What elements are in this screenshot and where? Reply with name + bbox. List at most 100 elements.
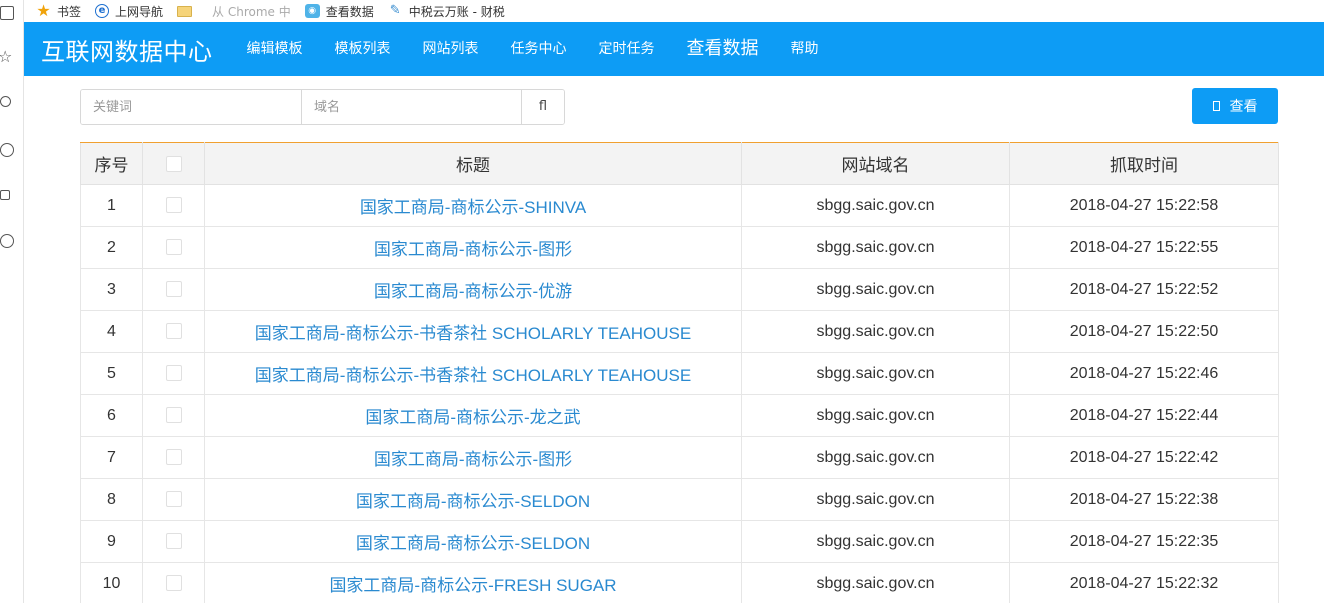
row-select-cell xyxy=(142,184,205,227)
nav-help[interactable]: 帮助 xyxy=(775,22,835,76)
bookmarks-bar: ★ 书签 e 上网导航 从 Chrome 中 ◉ 查看数据 ✎ 中税云万账 - … xyxy=(24,0,1324,22)
keyword-input[interactable] xyxy=(81,90,302,124)
row-domain: sbgg.saic.gov.cn xyxy=(741,310,1010,353)
select-all-checkbox[interactable] xyxy=(165,155,182,172)
row-index: 10 xyxy=(80,562,143,603)
nav-site-list[interactable]: 网站列表 xyxy=(407,22,495,76)
row-title-cell: 国家工商局-商标公示-优游 xyxy=(204,268,742,311)
table-row: 1 国家工商局-商标公示-SHINVA sbgg.saic.gov.cn 201… xyxy=(80,184,1279,227)
video-icon[interactable] xyxy=(0,190,10,200)
row-index: 1 xyxy=(80,184,143,227)
row-checkbox[interactable] xyxy=(165,365,182,382)
row-checkbox[interactable] xyxy=(165,575,182,592)
data-table-wrapper: 序号 标题 网站域名 抓取时间 1 国家工商局-商标公示-SHINVA sbgg… xyxy=(80,142,1279,603)
bookmark-label: 查看数据 xyxy=(325,4,374,19)
row-index: 6 xyxy=(80,394,143,437)
nav-view-data[interactable]: 查看数据 xyxy=(671,22,775,76)
row-time: 2018-04-27 15:22:35 xyxy=(1009,520,1279,563)
row-title-link[interactable]: 国家工商局-商标公示-SELDON xyxy=(356,534,590,553)
list-icon[interactable] xyxy=(0,6,14,20)
row-select-cell xyxy=(142,268,205,311)
row-title-link[interactable]: 国家工商局-商标公示-图形 xyxy=(374,450,572,469)
table-row: 3 国家工商局-商标公示-优游 sbgg.saic.gov.cn 2018-04… xyxy=(80,268,1279,311)
row-title-link[interactable]: 国家工商局-商标公示-书香茶社 SCHOLARLY TEAHOUSE xyxy=(255,324,691,343)
app-header: 互联网数据中心 编辑模板 模板列表 网站列表 任务中心 定时任务 查看数据 帮助 xyxy=(24,22,1324,76)
table-row: 2 国家工商局-商标公示-图形 sbgg.saic.gov.cn 2018-04… xyxy=(80,226,1279,269)
row-select-cell xyxy=(142,310,205,353)
row-title-link[interactable]: 国家工商局-商标公示-优游 xyxy=(374,282,572,301)
table-row: 4 国家工商局-商标公示-书香茶社 SCHOLARLY TEAHOUSE sbg… xyxy=(80,310,1279,353)
chat-icon[interactable] xyxy=(0,234,14,248)
row-domain: sbgg.saic.gov.cn xyxy=(741,226,1010,269)
row-checkbox[interactable] xyxy=(165,323,182,340)
row-title-link[interactable]: 国家工商局-商标公示-FRESH SUGAR xyxy=(329,576,616,595)
table-row: 6 国家工商局-商标公示-龙之武 sbgg.saic.gov.cn 2018-0… xyxy=(80,394,1279,437)
table-row: 5 国家工商局-商标公示-书香茶社 SCHOLARLY TEAHOUSE sbg… xyxy=(80,352,1279,395)
row-checkbox[interactable] xyxy=(165,197,182,214)
brand-title: 互联网数据中心 xyxy=(41,37,213,66)
view-button[interactable]: 查看 xyxy=(1192,88,1278,124)
bookmark-item[interactable]: 从 Chrome 中 xyxy=(212,3,291,20)
search-group: fl xyxy=(80,89,565,125)
row-checkbox[interactable] xyxy=(165,239,182,256)
row-title-link[interactable]: 国家工商局-商标公示-SELDON xyxy=(356,492,590,511)
nav-scheduled-tasks[interactable]: 定时任务 xyxy=(583,22,671,76)
row-domain: sbgg.saic.gov.cn xyxy=(741,436,1010,479)
row-title-cell: 国家工商局-商标公示-龙之武 xyxy=(204,394,742,437)
column-header-domain: 网站域名 xyxy=(741,142,1010,185)
row-checkbox[interactable] xyxy=(165,281,182,298)
row-domain: sbgg.saic.gov.cn xyxy=(741,478,1010,521)
row-title-link[interactable]: 国家工商局-商标公示-图形 xyxy=(374,240,572,259)
row-select-cell xyxy=(142,520,205,563)
bookmark-item[interactable] xyxy=(177,5,198,17)
bookmark-item[interactable]: e 上网导航 xyxy=(95,3,163,20)
data-table: 序号 标题 网站域名 抓取时间 1 国家工商局-商标公示-SHINVA sbgg… xyxy=(80,142,1279,603)
main-nav: 编辑模板 模板列表 网站列表 任务中心 定时任务 查看数据 帮助 xyxy=(231,22,835,76)
search-icon[interactable] xyxy=(0,96,11,107)
row-domain: sbgg.saic.gov.cn xyxy=(741,184,1010,227)
row-title-cell: 国家工商局-商标公示-SELDON xyxy=(204,478,742,521)
bookmark-item[interactable]: ◉ 查看数据 xyxy=(304,3,374,20)
row-title-cell: 国家工商局-商标公示-图形 xyxy=(204,436,742,479)
row-time: 2018-04-27 15:22:55 xyxy=(1009,226,1279,269)
row-title-link[interactable]: 国家工商局-商标公示-龙之武 xyxy=(365,408,580,427)
row-time: 2018-04-27 15:22:46 xyxy=(1009,352,1279,395)
row-title-cell: 国家工商局-商标公示-书香茶社 SCHOLARLY TEAHOUSE xyxy=(204,352,742,395)
document-icon xyxy=(1212,101,1220,111)
row-index: 8 xyxy=(80,478,143,521)
bookmark-label: 书签 xyxy=(57,4,82,19)
column-header-time: 抓取时间 xyxy=(1009,142,1279,185)
play-icon[interactable] xyxy=(0,143,14,157)
row-checkbox[interactable] xyxy=(165,533,182,550)
row-select-cell xyxy=(142,394,205,437)
nav-task-center[interactable]: 任务中心 xyxy=(495,22,583,76)
nav-edit-template[interactable]: 编辑模板 xyxy=(231,22,319,76)
nav-template-list[interactable]: 模板列表 xyxy=(319,22,407,76)
bookmark-item[interactable]: ✎ 中税云万账 - 财税 xyxy=(388,3,505,20)
row-title-link[interactable]: 国家工商局-商标公示-SHINVA xyxy=(360,198,586,217)
column-header-title: 标题 xyxy=(204,142,742,185)
row-checkbox[interactable] xyxy=(165,407,182,424)
row-domain: sbgg.saic.gov.cn xyxy=(741,520,1010,563)
row-domain: sbgg.saic.gov.cn xyxy=(741,352,1010,395)
row-index: 3 xyxy=(80,268,143,311)
bookmark-label: 中税云万账 - 财税 xyxy=(408,4,505,19)
row-time: 2018-04-27 15:22:58 xyxy=(1009,184,1279,227)
row-index: 2 xyxy=(80,226,143,269)
row-index: 4 xyxy=(80,310,143,353)
row-checkbox[interactable] xyxy=(165,491,182,508)
star-icon[interactable]: ☆ xyxy=(0,49,12,65)
row-checkbox[interactable] xyxy=(165,449,182,466)
domain-input[interactable] xyxy=(302,90,522,124)
column-header-index: 序号 xyxy=(80,142,143,185)
star-icon: ★ xyxy=(36,1,51,20)
row-select-cell xyxy=(142,478,205,521)
row-title-link[interactable]: 国家工商局-商标公示-书香茶社 SCHOLARLY TEAHOUSE xyxy=(255,366,691,385)
row-index: 5 xyxy=(80,352,143,395)
bookmark-item[interactable]: ★ 书签 xyxy=(36,3,81,20)
table-header-row: 序号 标题 网站域名 抓取时间 xyxy=(80,142,1279,185)
row-index: 9 xyxy=(80,520,143,563)
filter-button[interactable]: fl xyxy=(522,90,564,124)
view-button-label: 查看 xyxy=(1229,99,1258,115)
row-time: 2018-04-27 15:22:44 xyxy=(1009,394,1279,437)
